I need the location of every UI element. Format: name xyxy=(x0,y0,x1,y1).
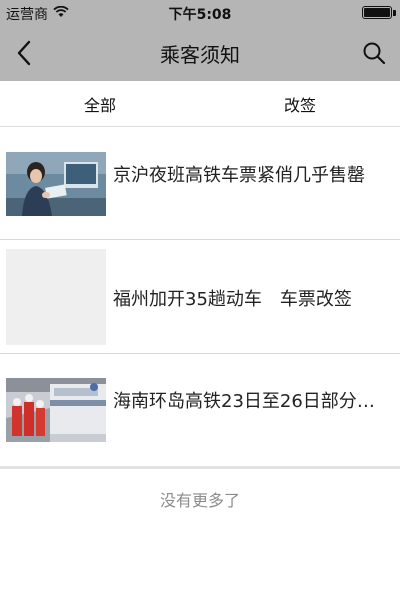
article-thumbnail-placeholder xyxy=(6,249,106,345)
list-item[interactable]: 京沪夜班高铁车票紧俏几乎售罄 xyxy=(0,127,400,240)
status-time: 下午5:08 xyxy=(168,7,232,23)
nav-bar: 乘客须知 xyxy=(0,25,400,81)
tab-all[interactable]: 全部 xyxy=(0,81,200,126)
article-list: 京沪夜班高铁车票紧俏几乎售罄 福州加开35趟动车 车票改签 海南环岛高铁23日至… xyxy=(0,127,400,468)
article-title: 福州加开35趟动车 车票改签 xyxy=(113,289,352,310)
battery-icon xyxy=(362,6,392,19)
page-title: 乘客须知 xyxy=(160,43,240,67)
battery-tip xyxy=(393,10,396,16)
status-bar: 运营商 下午5:08 xyxy=(0,0,400,25)
battery-level xyxy=(364,8,390,17)
article-thumbnail xyxy=(6,152,106,216)
list-divider xyxy=(0,466,400,469)
search-icon xyxy=(363,42,386,65)
list-item[interactable]: 福州加开35趟动车 车票改签 xyxy=(0,240,400,354)
category-tabs: 全部 改签 xyxy=(0,81,400,127)
search-button[interactable] xyxy=(356,33,392,73)
no-more-text: 没有更多了 xyxy=(159,491,240,510)
article-title: 京沪夜班高铁车票紧俏几乎售罄 xyxy=(113,165,365,186)
list-item[interactable]: 海南环岛高铁23日至26日部分停运 xyxy=(0,354,400,468)
article-thumbnail xyxy=(6,378,106,442)
article-title: 海南环岛高铁23日至26日部分停运 xyxy=(113,391,392,412)
tab-rebooking[interactable]: 改签 xyxy=(200,81,400,126)
